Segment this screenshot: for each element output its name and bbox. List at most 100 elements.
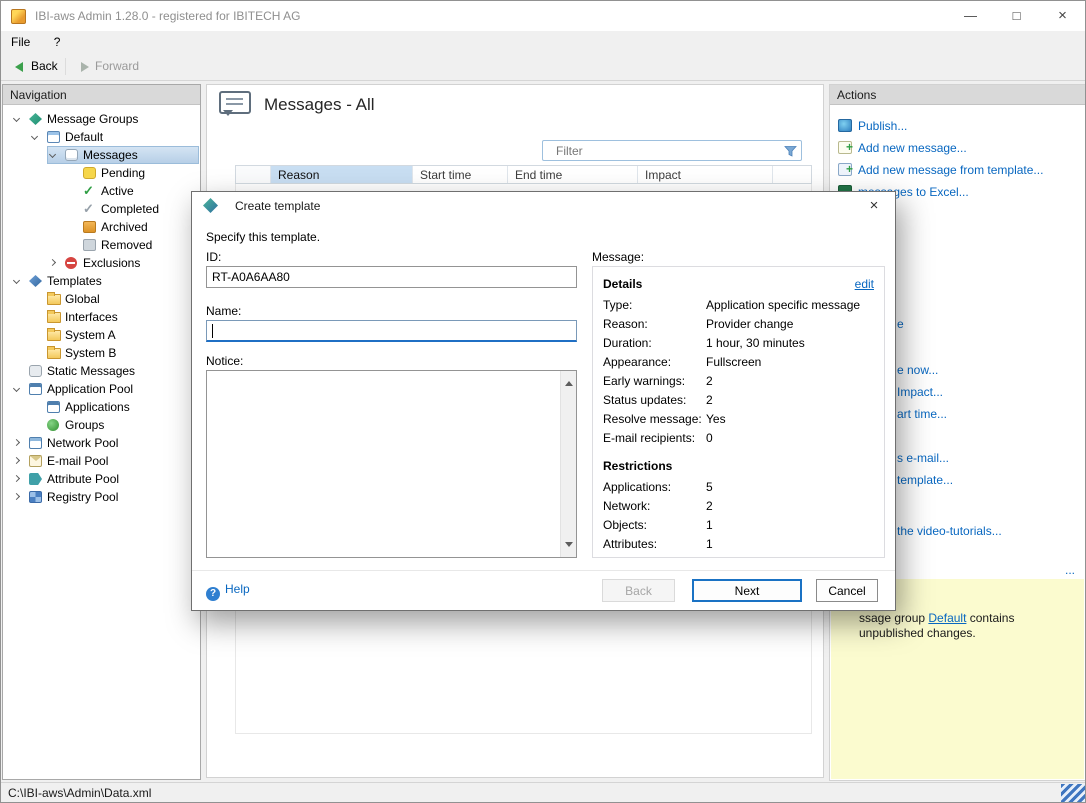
minimize-button[interactable]: — [948,1,993,31]
action-link-fragment[interactable]: Impact... [897,385,943,399]
expander-down-icon[interactable] [13,385,20,392]
folder-icon [47,294,61,305]
tree-item-pending[interactable]: Pending [3,164,200,182]
edit-link[interactable]: edit [855,277,874,291]
page-title: Messages - All [264,95,375,115]
menu-help[interactable]: ? [44,31,71,53]
dialog-close-icon[interactable]: × [859,195,889,217]
action-link-fragment[interactable]: the video-tutorials... [897,524,1002,538]
menu-bar: File ? [1,31,1085,53]
scroll-down-icon[interactable] [565,542,573,551]
action-link-fragment[interactable]: ... [1065,563,1075,577]
restriction-value: 5 [706,480,713,494]
action-link-label: Add new message... [858,137,967,159]
action-link-label: Add new message from template... [858,159,1043,181]
tree-item-network-pool[interactable]: Network Pool [3,434,200,452]
detail-label: Duration: [603,334,706,353]
tree-item-templates[interactable]: Templates [3,272,200,290]
resize-grip[interactable] [1061,784,1085,802]
tree-item-system-b[interactable]: System B [3,344,200,362]
tree-item-archived[interactable]: Archived [3,218,200,236]
expander-right-icon[interactable] [13,475,20,482]
table-header-impact[interactable]: Impact [638,166,773,183]
name-field[interactable] [206,320,577,342]
tree-item-label: System A [65,326,116,344]
detail-label: Resolve message: [603,410,706,429]
navigation-header: Navigation [3,85,200,105]
tree-item-active[interactable]: Active [3,182,200,200]
tree-item-message-groups[interactable]: Message Groups [3,110,200,128]
expander-right-icon[interactable] [13,493,20,500]
tree-item-application-pool[interactable]: Application Pool [3,380,200,398]
filter-input[interactable] [544,142,776,159]
action-link-fragment[interactable]: s e-mail... [897,451,949,465]
tree-item-groups[interactable]: Groups [3,416,200,434]
templates-icon [29,275,42,287]
messages-bubble-icon [219,91,251,114]
tree-item-label: Application Pool [47,380,133,398]
expander-down-icon[interactable] [13,115,20,122]
next-button[interactable]: Next [692,579,802,602]
action-add-message-from-template[interactable]: Add new message from template... [830,159,1085,181]
back-button[interactable]: Back [602,579,675,602]
action-link-fragment[interactable]: art time... [897,407,947,421]
scroll-up-icon[interactable] [565,377,573,386]
data-file-path: C:\IBI-aws\Admin\Data.xml [8,786,151,800]
default-group-link[interactable]: Default [928,611,966,625]
tree-item-messages[interactable]: Messages [3,146,200,164]
menu-file[interactable]: File [1,31,40,53]
back-arrow-icon [15,62,23,72]
expander-right-icon[interactable] [13,457,20,464]
navigation-panel: Navigation Message Groups Default Messag… [2,84,201,780]
back-nav-button[interactable]: Back [9,53,58,80]
expander-down-icon[interactable] [49,151,56,158]
action-add-new-message[interactable]: Add new message... [830,137,1085,159]
message-details-box: editDetails Type:Application specific me… [592,266,885,558]
scrollbar[interactable] [560,371,576,557]
action-link-fragment[interactable]: e [897,317,904,331]
forward-nav-button[interactable]: Forward [73,53,139,80]
restriction-value: 1 [706,537,713,551]
action-link-fragment[interactable]: e now... [897,363,938,377]
attribute-pool-icon [29,473,42,485]
detail-row: E-mail recipients:0 [603,429,874,448]
navigation-tree: Message Groups Default Messages Pending … [3,110,200,779]
close-button[interactable]: × [1040,1,1085,31]
detail-label: Early warnings: [603,372,706,391]
help-link[interactable]: ?Help [206,582,250,601]
table-header-icon-col[interactable] [236,166,271,183]
table-header-reason[interactable]: Reason [271,166,413,183]
tree-item-email-pool[interactable]: E-mail Pool [3,452,200,470]
tree-item-static-messages[interactable]: Static Messages [3,362,200,380]
table-header-start-time[interactable]: Start time [413,166,508,183]
restriction-label: Network: [603,497,706,516]
notice-textarea[interactable] [206,370,577,558]
cancel-button[interactable]: Cancel [816,579,878,602]
tree-item-applications[interactable]: Applications [3,398,200,416]
network-pool-icon [29,437,42,449]
tree-item-exclusions[interactable]: Exclusions [3,254,200,272]
maximize-button[interactable]: □ [994,1,1039,31]
filter-box[interactable] [542,140,802,161]
tree-item-interfaces[interactable]: Interfaces [3,308,200,326]
expander-down-icon[interactable] [13,277,20,284]
detail-value: 2 [706,393,713,407]
tree-item-registry-pool[interactable]: Registry Pool [3,488,200,506]
restriction-value: 1 [706,518,713,532]
table-header-end-time[interactable]: End time [508,166,638,183]
expander-right-icon[interactable] [13,439,20,446]
expander-down-icon[interactable] [31,133,38,140]
action-publish[interactable]: Publish... [830,115,1085,137]
expander-right-icon[interactable] [49,259,56,266]
tree-item-global[interactable]: Global [3,290,200,308]
id-field[interactable] [206,266,577,288]
tree-item-default[interactable]: Default [3,128,200,146]
tree-item-completed[interactable]: Completed [3,200,200,218]
detail-value: Provider change [706,317,793,331]
forward-nav-label: Forward [95,59,139,73]
tree-item-attribute-pool[interactable]: Attribute Pool [3,470,200,488]
tree-item-removed[interactable]: Removed [3,236,200,254]
action-link-fragment[interactable]: template... [897,473,953,487]
table-header: Reason Start time End time Impact [235,165,812,184]
tree-item-system-a[interactable]: System A [3,326,200,344]
